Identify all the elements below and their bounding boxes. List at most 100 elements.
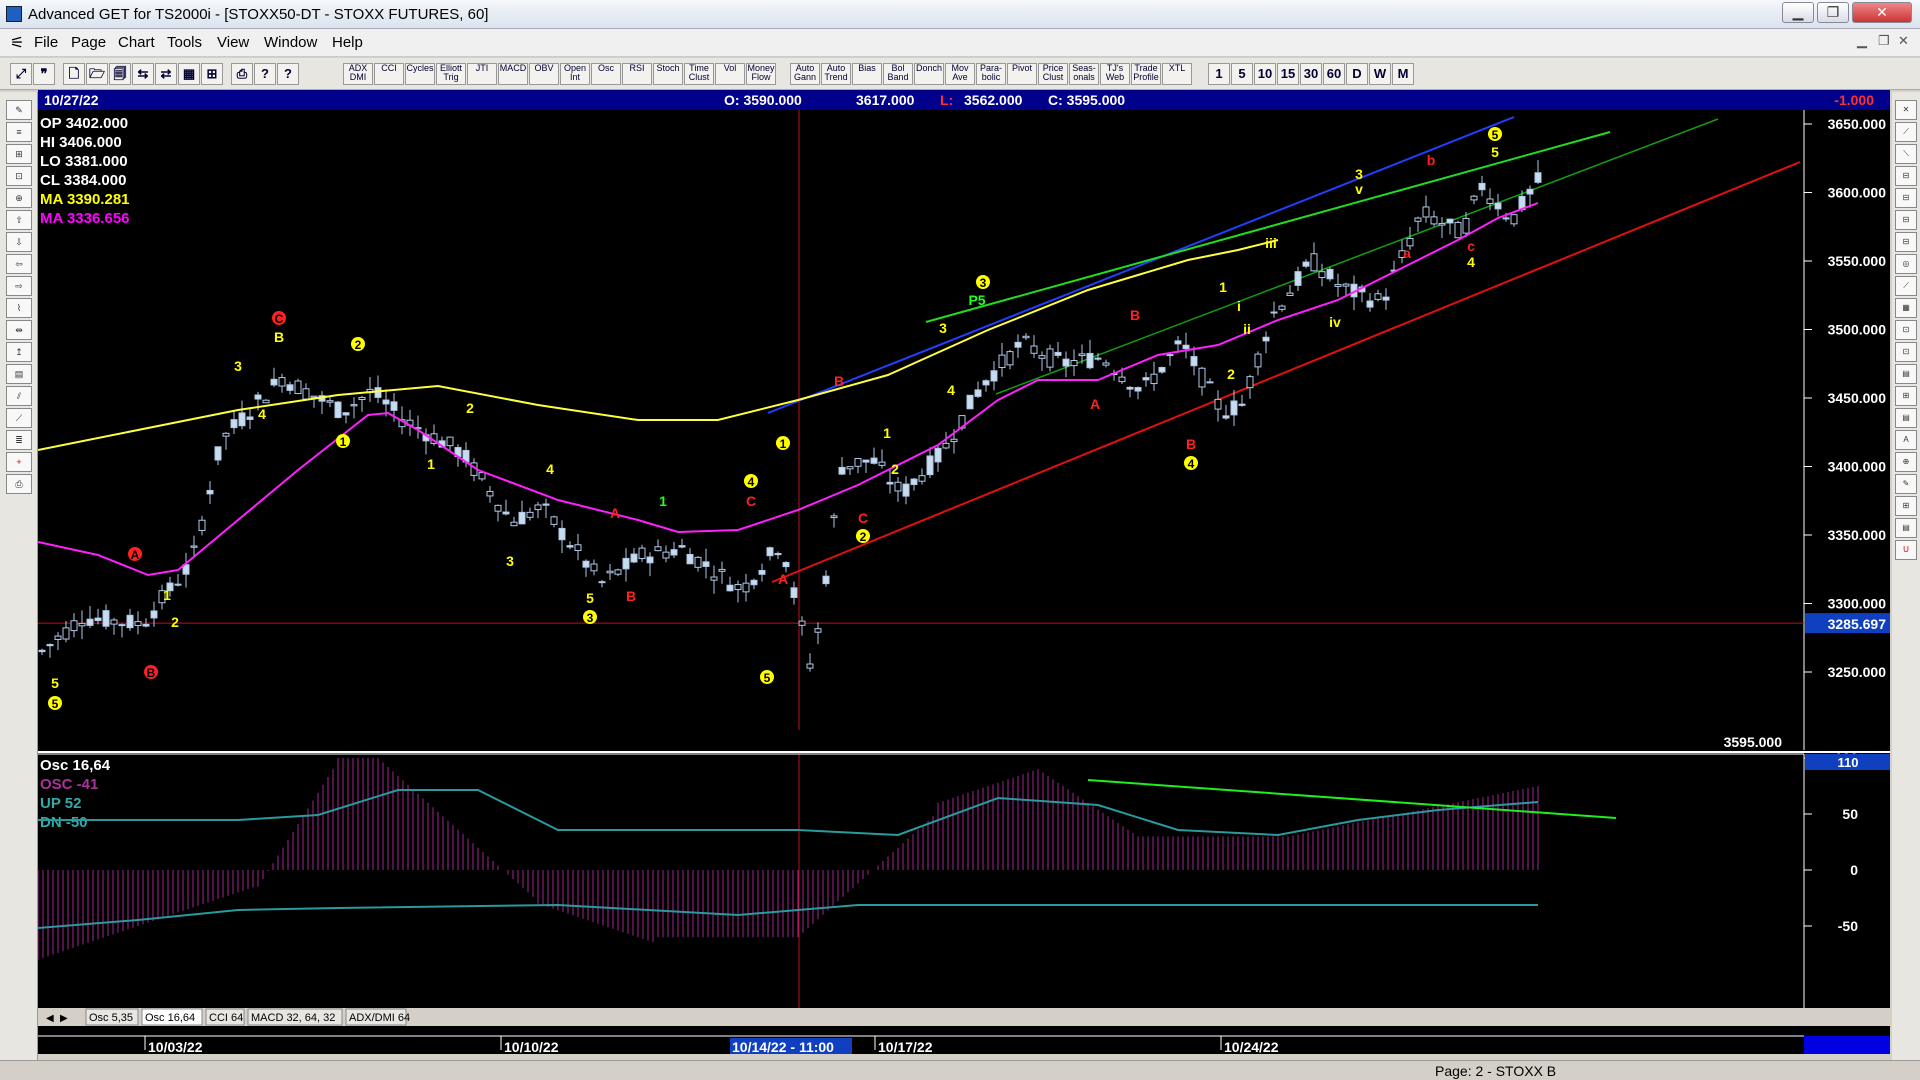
study-mov-ave[interactable]: Mov Ave <box>945 63 975 85</box>
right-tool-18-icon[interactable]: ⊞ <box>1895 496 1917 516</box>
study-seas-onals[interactable]: Seas-onals <box>1069 63 1099 85</box>
study-para-bolic[interactable]: Para-bolic <box>976 63 1006 85</box>
left-tool-14-icon[interactable]: ⟋ <box>6 408 32 428</box>
left-tool-3-icon[interactable]: ⊡ <box>6 166 32 186</box>
right-tool-6-icon[interactable]: ⊟ <box>1895 232 1917 252</box>
context-help-icon[interactable]: ? <box>277 63 299 85</box>
study-price-clust[interactable]: Price Clust <box>1038 63 1068 85</box>
right-tool-16-icon[interactable]: ⊕ <box>1895 452 1917 472</box>
help-icon[interactable]: ? <box>254 63 276 85</box>
left-tool-7-icon[interactable]: ⇦ <box>6 254 32 274</box>
indicator-cycles[interactable]: Cycles <box>405 63 435 85</box>
study-donch[interactable]: Donch <box>914 63 944 85</box>
interval-10[interactable]: 10 <box>1254 63 1276 85</box>
right-tool-3-icon[interactable]: ⊟ <box>1895 166 1917 186</box>
mdi-minimize-icon[interactable]: ▁ <box>1857 33 1867 49</box>
right-tool-14-icon[interactable]: ▤ <box>1895 408 1917 428</box>
indicator-rsi[interactable]: RSI <box>622 63 652 85</box>
left-tool-11-icon[interactable]: ↥ <box>6 342 32 362</box>
left-tool-0-icon[interactable]: ✎ <box>6 100 32 120</box>
indicator-elliott-trig[interactable]: Elliott Trig <box>436 63 466 85</box>
interval-30[interactable]: 30 <box>1300 63 1322 85</box>
layout-icon[interactable]: ⊞ <box>201 63 223 85</box>
interval-d[interactable]: D <box>1346 63 1368 85</box>
indicator-obv[interactable]: OBV <box>529 63 559 85</box>
study-pivot[interactable]: Pivot <box>1007 63 1037 85</box>
menu-window[interactable]: Window <box>264 34 317 51</box>
indicator-time-clust[interactable]: Time Clust <box>684 63 714 85</box>
menu-tools[interactable]: Tools <box>167 34 202 51</box>
interval-60[interactable]: 60 <box>1323 63 1345 85</box>
indicator-stoch[interactable]: Stoch <box>653 63 683 85</box>
right-tool-1-icon[interactable]: ⟋ <box>1895 122 1917 142</box>
interval-1[interactable]: 1 <box>1208 63 1230 85</box>
indicator-adx-dmi[interactable]: ADX DMI <box>343 63 373 85</box>
print-icon[interactable]: ⎙ <box>231 63 253 85</box>
chart-area[interactable]: 10/27/22 O: 3590.000 3617.000 L: 3562.000 C: … <box>37 90 1890 1060</box>
mdi-close-icon[interactable]: ✕ <box>1898 33 1909 49</box>
quote-icon[interactable]: ❞ <box>33 63 55 85</box>
right-tool-4-icon[interactable]: ⊟ <box>1895 188 1917 208</box>
indicator-macd[interactable]: MACD <box>498 63 528 85</box>
left-tool-12-icon[interactable]: ▤ <box>6 364 32 384</box>
left-tool-1-icon[interactable]: ≡ <box>6 122 32 142</box>
right-tool-11-icon[interactable]: ⊡ <box>1895 342 1917 362</box>
right-tool-10-icon[interactable]: ⊡ <box>1895 320 1917 340</box>
study-auto-trend[interactable]: Auto Trend <box>821 63 851 85</box>
save-icon[interactable]: 🗐 <box>109 63 131 85</box>
open-icon[interactable]: 🗁 <box>86 63 108 85</box>
indicator-cci[interactable]: CCI <box>374 63 404 85</box>
interval-m[interactable]: M <box>1392 63 1414 85</box>
menu-file[interactable]: File <box>34 34 58 51</box>
indicator-osc[interactable]: Osc <box>591 63 621 85</box>
indicator-open-int[interactable]: Open Int <box>560 63 590 85</box>
right-tool-12-icon[interactable]: ▤ <box>1895 364 1917 384</box>
right-tool-5-icon[interactable]: ⊟ <box>1895 210 1917 230</box>
app-menu-icon[interactable]: ⚟ <box>10 33 24 53</box>
right-tool-0-icon[interactable]: ✕ <box>1895 100 1917 120</box>
study-tj-s-web[interactable]: TJ's Web <box>1100 63 1130 85</box>
indicator-jti[interactable]: JTI <box>467 63 497 85</box>
left-tool-2-icon[interactable]: ⊞ <box>6 144 32 164</box>
right-tool-17-icon[interactable]: ✎ <box>1895 474 1917 494</box>
study-xtl[interactable]: XTL <box>1162 63 1192 85</box>
menu-help[interactable]: Help <box>332 34 363 51</box>
interval-w[interactable]: W <box>1369 63 1391 85</box>
left-tool-5-icon[interactable]: ⇧ <box>6 210 32 230</box>
study-trade-profile[interactable]: Trade Profile <box>1131 63 1161 85</box>
study-auto-gann[interactable]: Auto Gann <box>790 63 820 85</box>
study-bol-band[interactable]: Bol Band <box>883 63 913 85</box>
left-tool-16-icon[interactable]: + <box>6 452 32 472</box>
maximize-button[interactable]: ❐ <box>1817 2 1849 23</box>
mdi-restore-icon[interactable]: ❐ <box>1878 33 1890 49</box>
link-icon[interactable]: ⇆ <box>132 63 154 85</box>
left-tool-17-icon[interactable]: ⎙ <box>6 474 32 494</box>
chart-svg[interactable]: 10/27/22 O: 3590.000 3617.000 L: 3562.000 C: … <box>37 90 1890 1060</box>
close-button[interactable]: ✕ <box>1852 2 1912 23</box>
left-tool-13-icon[interactable]: ⫽ <box>6 386 32 406</box>
right-tool-8-icon[interactable]: ⟋ <box>1895 276 1917 296</box>
study-bias[interactable]: Bias <box>852 63 882 85</box>
left-tool-6-icon[interactable]: ⇩ <box>6 232 32 252</box>
grid-icon[interactable]: ▦ <box>178 63 200 85</box>
right-tool-20-icon[interactable]: U <box>1895 540 1917 560</box>
right-tool-19-icon[interactable]: ▤ <box>1895 518 1917 538</box>
interval-15[interactable]: 15 <box>1277 63 1299 85</box>
new-icon[interactable]: 🗋 <box>63 63 85 85</box>
menu-chart[interactable]: Chart <box>118 34 155 51</box>
right-tool-15-icon[interactable]: A <box>1895 430 1917 450</box>
left-tool-4-icon[interactable]: ⊕ <box>6 188 32 208</box>
menu-page[interactable]: Page <box>71 34 106 51</box>
left-tool-15-icon[interactable]: ≣ <box>6 430 32 450</box>
swap-icon[interactable]: ⇄ <box>155 63 177 85</box>
minimize-button[interactable]: ▁ <box>1782 2 1814 23</box>
right-tool-13-icon[interactable]: ⊞ <box>1895 386 1917 406</box>
right-tool-2-icon[interactable]: ⟍ <box>1895 144 1917 164</box>
right-tool-7-icon[interactable]: ◎ <box>1895 254 1917 274</box>
indicator-vol[interactable]: Vol <box>715 63 745 85</box>
left-tool-10-icon[interactable]: ⇹ <box>6 320 32 340</box>
right-tool-9-icon[interactable]: ▦ <box>1895 298 1917 318</box>
left-tool-9-icon[interactable]: ⌇ <box>6 298 32 318</box>
menu-view[interactable]: View <box>217 34 249 51</box>
left-tool-8-icon[interactable]: ⇨ <box>6 276 32 296</box>
